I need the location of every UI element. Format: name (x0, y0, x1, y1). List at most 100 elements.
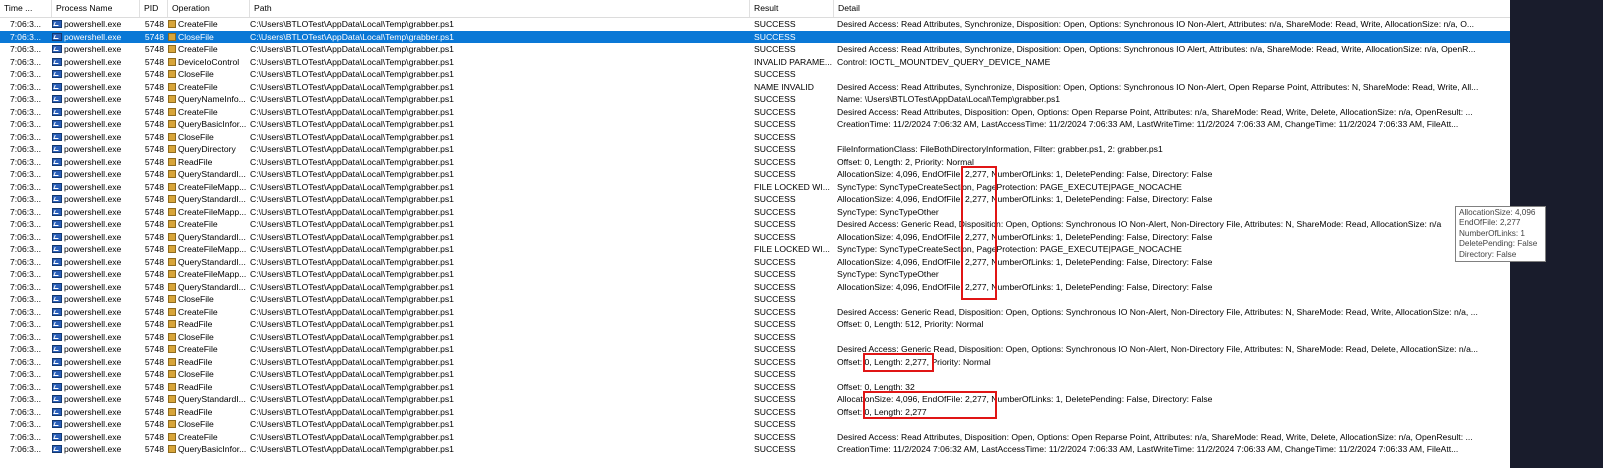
cell-process-name: powershell.exe (52, 56, 140, 69)
cell-pid: 5748 (144, 119, 164, 129)
table-row[interactable]: 7:06:3... powershell.exe 5748 ReadFile C:\Us… (0, 356, 1510, 369)
cell-process-name: powershell.exe (52, 368, 140, 381)
table-row[interactable]: 7:06:3... powershell.exe 5748 CreateFileMap… (0, 181, 1510, 194)
table-row[interactable]: 7:06:3... powershell.exe 5748 CreateFile C:\… (0, 106, 1510, 119)
cell-detail: AllocationSize: 4,096, EndOfFile: 2,277,… (837, 231, 1213, 242)
table-row[interactable]: 7:06:3... powershell.exe 5748 QueryStandard… (0, 393, 1510, 406)
powershell-icon (52, 182, 62, 191)
operation-text: CloseFile (178, 369, 214, 379)
cell-time: 7:06:3... (10, 294, 42, 304)
file-operation-icon (168, 282, 176, 291)
column-header-operation[interactable]: Operation (168, 0, 250, 17)
table-row[interactable]: 7:06:3... powershell.exe 5748 CloseFile C:\U… (0, 131, 1510, 144)
table-row[interactable]: 7:06:3... powershell.exe 5748 CreateFileMap… (0, 268, 1510, 281)
process-name-text: powershell.exe (64, 381, 122, 392)
cell-result: SUCCESS (754, 144, 796, 154)
cell-time: 7:06:3... (10, 444, 42, 454)
file-operation-icon (168, 307, 176, 316)
table-row[interactable]: 7:06:3... powershell.exe 5748 CreateFile C:\… (0, 81, 1510, 94)
process-name-text: powershell.exe (64, 356, 122, 367)
table-row[interactable]: 7:06:3... powershell.exe 5748 QueryStandard… (0, 193, 1510, 206)
table-row[interactable]: 7:06:3... powershell.exe 5748 CreateFile C:\… (0, 306, 1510, 319)
table-row[interactable]: 7:06:3... powershell.exe 5748 QueryStandard… (0, 256, 1510, 269)
file-operation-icon (168, 195, 176, 203)
table-row[interactable]: 7:06:3... powershell.exe 5748 CreateFileMap… (0, 206, 1510, 219)
process-name-text: powershell.exe (64, 231, 122, 242)
cell-process-name: powershell.exe (52, 431, 140, 444)
cell-time: 7:06:3... (10, 394, 42, 404)
table-row[interactable]: 7:06:3... powershell.exe 5748 QueryStandard… (0, 168, 1510, 181)
column-header-time[interactable]: Time ... (0, 0, 52, 17)
table-row[interactable]: 7:06:3... powershell.exe 5748 QueryNameInfo… (0, 93, 1510, 106)
table-row[interactable]: 7:06:3... powershell.exe 5748 CreateFile C:\… (0, 343, 1510, 356)
tooltip-line: Directory: False (1459, 249, 1517, 259)
cell-path: C:\Users\BTLOTest\AppData\Local\Temp\gra… (250, 69, 454, 79)
cell-time: 7:06:3... (10, 156, 42, 167)
operation-text: CreateFileMapp... (178, 206, 247, 217)
cell-operation: QueryStandardI... (168, 256, 250, 269)
table-row[interactable]: 7:06:3... powershell.exe 5748 CloseFile C:\U… (0, 368, 1510, 381)
cell-path: C:\Users\BTLOTest\AppData\Local\Temp\gra… (250, 431, 454, 442)
operation-text: DeviceIoControl (178, 56, 240, 67)
cell-detail: AllocationSize: 4,096, EndOfFile: 2,277,… (837, 281, 1213, 292)
process-name-text: powershell.exe (64, 419, 122, 429)
file-operation-icon (168, 120, 176, 128)
table-row[interactable]: 7:06:3... powershell.exe 5748 ReadFile C:\Us… (0, 318, 1510, 331)
process-name-text: powershell.exe (64, 306, 122, 317)
table-row[interactable]: 7:06:3... powershell.exe 5748 DeviceIoContr… (0, 56, 1510, 69)
cell-path: C:\Users\BTLOTest\AppData\Local\Temp\gra… (250, 281, 454, 292)
table-row[interactable]: 7:06:3... powershell.exe 5748 CreateFile C:\… (0, 218, 1510, 231)
operation-text: ReadFile (178, 156, 213, 167)
table-row[interactable]: 7:06:3... powershell.exe 5748 QueryBasicInf… (0, 118, 1510, 131)
cell-operation: CloseFile (168, 418, 250, 431)
cell-pid: 5748 (144, 319, 164, 329)
cell-result: SUCCESS (754, 131, 796, 142)
cell-pid: 5748 (144, 19, 164, 29)
table-row[interactable]: 7:06:3... powershell.exe 5748 ReadFile C:\Us… (0, 381, 1510, 394)
file-operation-icon (168, 107, 176, 116)
table-row[interactable]: 7:06:3... powershell.exe 5748 CloseFile C:\U… (0, 331, 1510, 344)
cell-path: C:\Users\BTLOTest\AppData\Local\Temp\gra… (250, 369, 454, 379)
table-row[interactable]: 7:06:3... powershell.exe 5748 CreateFileMap… (0, 243, 1510, 256)
table-row[interactable]: 7:06:3... powershell.exe 5748 QueryStandard… (0, 281, 1510, 294)
table-row[interactable]: 7:06:3... powershell.exe 5748 QueryBasicInf… (0, 443, 1510, 456)
cell-operation: ReadFile (168, 318, 250, 331)
table-row[interactable]: 7:06:3... powershell.exe 5748 CreateFile C:\… (0, 431, 1510, 444)
table-row[interactable]: 7:06:3... powershell.exe 5748 CreateFile C:\… (0, 43, 1510, 56)
cell-detail: Desired Access: Read Attributes, Synchro… (837, 44, 1476, 54)
column-header-detail[interactable]: Detail (834, 0, 1510, 17)
cell-process-name: powershell.exe (52, 31, 140, 44)
cell-pid: 5748 (144, 344, 164, 354)
cell-pid: 5748 (144, 206, 164, 217)
file-operation-icon (168, 407, 176, 416)
cell-operation: QueryDirectory (168, 143, 250, 156)
cell-result: SUCCESS (754, 331, 796, 342)
process-name-text: powershell.exe (64, 256, 122, 267)
cell-time: 7:06:3... (10, 369, 42, 379)
column-header-process-name[interactable]: Process Name (52, 0, 140, 17)
table-row[interactable]: 7:06:3... powershell.exe 5748 ReadFile C:\Us… (0, 406, 1510, 419)
table-row[interactable]: 7:06:3... powershell.exe 5748 ReadFile C:\Us… (0, 156, 1510, 169)
process-name-text: powershell.exe (64, 331, 122, 342)
process-name-text: powershell.exe (64, 31, 122, 42)
process-name-text: powershell.exe (64, 56, 122, 67)
column-header-path[interactable]: Path (250, 0, 750, 17)
cell-time: 7:06:3... (10, 131, 42, 142)
table-row[interactable]: 7:06:3... powershell.exe 5748 QueryStandard… (0, 231, 1510, 244)
column-header-result[interactable]: Result (750, 0, 834, 17)
column-header-pid[interactable]: PID (140, 0, 168, 17)
file-operation-icon (168, 45, 176, 53)
table-row[interactable]: 7:06:3... powershell.exe 5748 CloseFile C:\U… (0, 293, 1510, 306)
table-row[interactable]: 7:06:3... powershell.exe 5748 CloseFile C:\U… (0, 68, 1510, 81)
table-row[interactable]: 7:06:3... powershell.exe 5748 CloseFile C:\U… (0, 418, 1510, 431)
powershell-icon (52, 432, 62, 441)
cell-operation: CreateFileMapp... (168, 181, 250, 194)
process-name-text: powershell.exe (64, 19, 122, 29)
operation-text: CloseFile (178, 419, 214, 429)
table-row[interactable]: 7:06:3... powershell.exe 5748 CreateFile C:\… (0, 18, 1510, 31)
table-row[interactable]: 7:06:3... powershell.exe 5748 QueryDirector… (0, 143, 1510, 156)
cell-operation: QueryNameInfo... (168, 93, 250, 106)
cell-time: 7:06:3... (10, 419, 42, 429)
table-row[interactable]: 7:06:3... powershell.exe 5748 CloseFile C:\U… (0, 30, 1510, 44)
cell-pid: 5748 (144, 331, 164, 342)
